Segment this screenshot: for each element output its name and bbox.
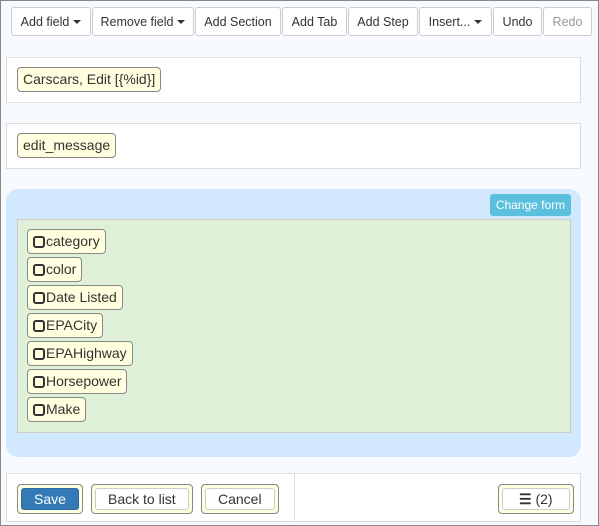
add-section-button[interactable]: Add Section [195,7,281,36]
undo-button[interactable]: Undo [493,7,542,36]
checkbox-icon [33,347,45,360]
remove-field-button[interactable]: Remove field [92,7,194,36]
add-step-button[interactable]: Add Step [348,7,418,36]
field-chip[interactable]: EPACity [27,313,104,338]
title-panel: Carscars, Edit [{%id}] [6,57,581,103]
back-wrap: Back to list [91,484,193,514]
message-chip[interactable]: edit_message [17,133,117,158]
redo-button[interactable]: Redo [543,7,592,36]
cancel-button[interactable]: Cancel [205,488,275,510]
field-label: category [46,233,100,249]
title-chip[interactable]: Carscars, Edit [{%id}] [17,67,162,92]
save-wrap: Save [17,484,83,514]
add-field-button[interactable]: Add field [11,7,91,36]
checkbox-icon [33,291,45,304]
field-chip[interactable]: EPAHighway [27,341,133,366]
caret-down-icon [73,19,82,24]
remove-field-label: Remove field [100,14,174,29]
caret-down-icon [177,19,186,24]
checkbox-icon [33,319,45,332]
back-to-list-button[interactable]: Back to list [95,488,189,510]
menu-wrap: ☰ (2) [498,484,574,514]
checkbox-icon [33,375,45,388]
checkbox-icon [33,235,45,248]
add-tab-button[interactable]: Add Tab [282,7,347,36]
message-panel: edit_message [6,123,581,169]
field-label: Make [46,401,81,417]
field-chip[interactable]: category [27,229,106,254]
field-chip[interactable]: Make [27,397,87,422]
insert-label: Insert... [428,14,471,29]
menu-count: (2) [535,491,553,507]
footer: Save Back to list Cancel ☰ (2) [6,473,581,522]
field-label: color [46,261,77,277]
menu-icon: ☰ [519,491,532,507]
field-label: EPAHighway [46,345,127,361]
field-label: EPACity [46,317,98,333]
menu-button[interactable]: ☰ (2) [502,488,570,510]
divider [294,474,295,521]
checkbox-icon [33,403,45,416]
field-label: Horsepower [46,373,122,389]
checkbox-icon [33,263,45,276]
insert-button[interactable]: Insert... [419,7,492,36]
cancel-wrap: Cancel [201,484,279,514]
field-label: Date Listed [46,289,117,305]
add-field-label: Add field [20,14,70,29]
save-button[interactable]: Save [21,488,79,510]
field-chip[interactable]: color [27,257,83,282]
change-form-button[interactable]: Change form [490,194,571,216]
field-chip[interactable]: Horsepower [27,369,128,394]
field-chip[interactable]: Date Listed [27,285,123,310]
caret-down-icon [474,19,483,24]
